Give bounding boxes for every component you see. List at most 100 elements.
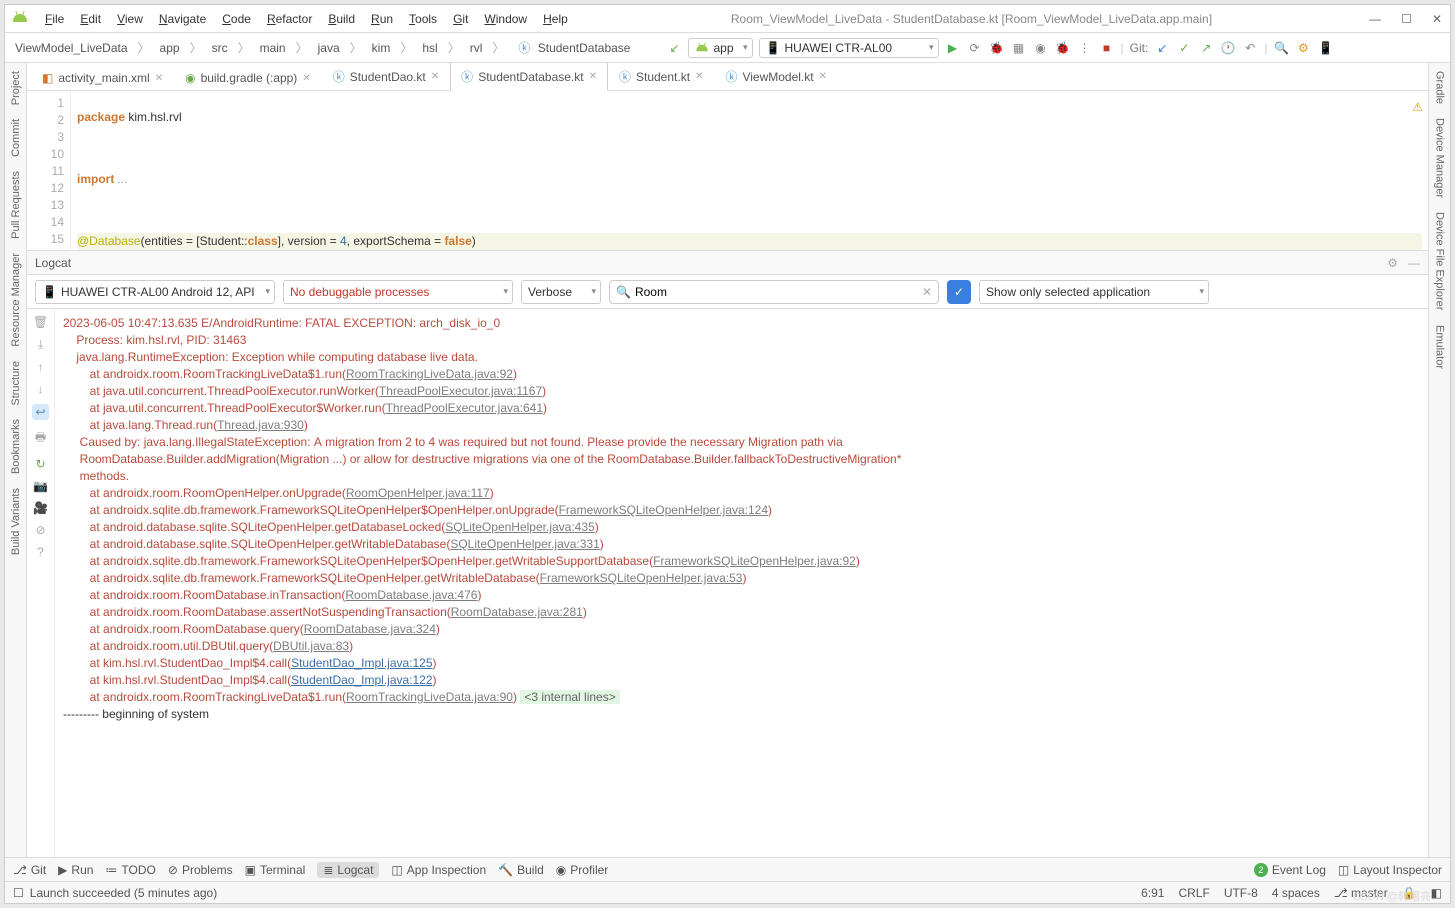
tab-studentdatabase-kt[interactable]: ⓚ StudentDatabase.kt ✕ — [450, 63, 608, 91]
bottom-tab-run[interactable]: ▶ Run — [58, 862, 93, 878]
left-tab-commit[interactable]: Commit — [8, 115, 24, 161]
logcat-level-dropdown[interactable]: Verbose — [521, 280, 601, 304]
more-actions-icon[interactable]: ⋮ — [1077, 40, 1093, 56]
menu-file[interactable]: File — [39, 10, 70, 28]
crumb-src[interactable]: src — [208, 39, 232, 57]
menu-window[interactable]: Window — [478, 10, 533, 28]
bottom-tab-problems[interactable]: ⊘ Problems — [168, 862, 233, 878]
git-rollback-icon[interactable]: ↶ — [1242, 40, 1258, 56]
right-tab-device-manager[interactable]: Device Manager — [1432, 114, 1448, 202]
crumb-java[interactable]: java — [314, 39, 344, 57]
left-tab-structure[interactable]: Structure — [8, 357, 24, 410]
bottom-tab-todo[interactable]: ≔ TODO — [105, 862, 155, 878]
maximize-button[interactable]: ☐ — [1401, 12, 1412, 26]
soft-wrap-icon[interactable]: ↩ — [32, 404, 48, 420]
logcat-search-input[interactable] — [635, 285, 918, 299]
crumb-hsl[interactable]: hsl — [418, 39, 441, 57]
help-icon[interactable]: ? — [37, 545, 44, 559]
tab-student-kt[interactable]: ⓚ Student.kt ✕ — [608, 63, 714, 90]
screen-record-icon[interactable]: 🎥 — [33, 501, 48, 515]
git-commit-icon[interactable]: ✓ — [1176, 40, 1192, 56]
logcat-output[interactable]: 2023-06-05 10:47:13.635 E/AndroidRuntime… — [55, 309, 1428, 857]
menu-help[interactable]: Help — [537, 10, 574, 28]
close-button[interactable]: ✕ — [1432, 12, 1442, 26]
crumb-kim[interactable]: kim — [368, 39, 395, 57]
menu-git[interactable]: Git — [447, 10, 474, 28]
sync-icon[interactable]: ↙ — [666, 40, 682, 56]
menu-edit[interactable]: Edit — [74, 10, 107, 28]
menu-navigate[interactable]: Navigate — [153, 10, 212, 28]
left-tab-pull-requests[interactable]: Pull Requests — [8, 167, 24, 243]
coverage-icon[interactable]: ▦ — [1011, 40, 1027, 56]
up-icon[interactable]: ↑ — [38, 360, 44, 374]
logcat-settings-icon[interactable]: ⚙ — [1387, 256, 1398, 270]
clear-search-icon[interactable]: ✕ — [922, 285, 932, 299]
left-tab-resource-manager[interactable]: Resource Manager — [8, 249, 24, 351]
clear-log-icon[interactable]: 🗑 — [33, 315, 48, 329]
crumb-app[interactable]: app — [156, 39, 184, 57]
run-config-dropdown[interactable]: app — [688, 38, 752, 58]
editor[interactable]: 123101112131415 package kim.hsl.rvl impo… — [27, 91, 1428, 251]
menu-build[interactable]: Build — [322, 10, 361, 28]
left-tab-project[interactable]: Project — [8, 67, 24, 109]
regex-checkbox[interactable]: ✓ — [947, 280, 971, 304]
apply-changes-icon[interactable]: ⟳ — [967, 40, 983, 56]
line-separator[interactable]: CRLF — [1178, 886, 1209, 900]
tab-viewmodel-kt[interactable]: ⓚ ViewModel.kt ✕ — [714, 63, 838, 90]
restart-icon[interactable]: ↻ — [35, 457, 45, 471]
right-tab-emulator[interactable]: Emulator — [1432, 321, 1448, 373]
stop-icon[interactable]: ■ — [1099, 40, 1115, 56]
avd-icon[interactable]: 📱 — [1317, 40, 1333, 56]
bottom-tab-profiler[interactable]: ◉ Profiler — [556, 862, 609, 878]
logcat-device-dropdown[interactable]: 📱 HUAWEI CTR-AL00 Android 12, API — [35, 280, 275, 304]
run-icon[interactable]: ▶ — [945, 40, 961, 56]
right-tab-gradle[interactable]: Gradle — [1432, 67, 1448, 108]
layout-inspector-button[interactable]: ◫ Layout Inspector — [1338, 863, 1442, 877]
tab-build-gradle-app-[interactable]: ◉ build.gradle (:app) ✕ — [174, 65, 322, 90]
crumb-ViewModel_LiveData[interactable]: ViewModel_LiveData — [11, 39, 132, 57]
logcat-process-dropdown[interactable]: No debuggable processes — [283, 280, 513, 304]
logcat-hide-icon[interactable]: — — [1408, 256, 1420, 270]
menu-tools[interactable]: Tools — [403, 10, 443, 28]
tab-studentdao-kt[interactable]: ⓚ StudentDao.kt ✕ — [322, 63, 450, 90]
minimize-button[interactable]: — — [1369, 12, 1381, 26]
git-update-icon[interactable]: ↙ — [1154, 40, 1170, 56]
down-icon[interactable]: ↓ — [38, 382, 44, 396]
git-history-icon[interactable]: 🕐 — [1220, 40, 1236, 56]
tab-activity_main-xml[interactable]: ◧ activity_main.xml ✕ — [31, 65, 174, 90]
crumb-rvl[interactable]: rvl — [466, 39, 487, 57]
event-log-button[interactable]: 2Event Log — [1254, 863, 1326, 877]
menu-run[interactable]: Run — [365, 10, 399, 28]
indent[interactable]: 4 spaces — [1272, 886, 1320, 900]
settings-icon[interactable]: ⚙ — [1295, 40, 1311, 56]
right-tab-device-file-explorer[interactable]: Device File Explorer — [1432, 208, 1448, 314]
warning-icon[interactable]: ⚠ — [1412, 100, 1423, 114]
caret-position[interactable]: 6:91 — [1141, 886, 1164, 900]
bottom-tab-terminal[interactable]: ▣ Terminal — [245, 862, 306, 878]
device-dropdown[interactable]: 📱 HUAWEI CTR-AL00 — [759, 38, 939, 58]
breadcrumb[interactable]: ViewModel_LiveData〉app〉src〉main〉java〉kim… — [11, 37, 634, 58]
crumb-main[interactable]: main — [256, 39, 290, 57]
bottom-tab-app-inspection[interactable]: ◫ App Inspection — [391, 862, 486, 878]
left-tab-bookmarks[interactable]: Bookmarks — [8, 415, 24, 478]
profiler-icon[interactable]: ◉ — [1033, 40, 1049, 56]
git-push-icon[interactable]: ↗ — [1198, 40, 1214, 56]
memory-indicator-icon[interactable]: ◧ — [1431, 886, 1442, 900]
bottom-tab-logcat[interactable]: ≣ Logcat — [317, 862, 379, 878]
code-area[interactable]: package kim.hsl.rvl import ... @Database… — [71, 91, 1428, 250]
terminate-icon[interactable]: ⊘ — [35, 523, 45, 537]
search-icon[interactable]: 🔍 — [1273, 40, 1289, 56]
bottom-tab-git[interactable]: ⎇ Git — [13, 862, 46, 878]
file-encoding[interactable]: UTF-8 — [1224, 886, 1258, 900]
logcat-filter-dropdown[interactable]: Show only selected application — [979, 280, 1209, 304]
menu-code[interactable]: Code — [216, 10, 257, 28]
menu-refactor[interactable]: Refactor — [261, 10, 318, 28]
logcat-search[interactable]: 🔍 ✕ — [609, 280, 939, 304]
print-icon[interactable]: 🖶 — [35, 428, 46, 449]
crumb-StudentDatabase[interactable]: ⓚ StudentDatabase — [510, 37, 634, 58]
scroll-end-icon[interactable]: ⤓ — [38, 337, 43, 352]
debug-icon[interactable]: 🐞 — [989, 40, 1005, 56]
left-tab-build-variants[interactable]: Build Variants — [8, 484, 24, 559]
menu-view[interactable]: View — [111, 10, 149, 28]
bottom-tab-build[interactable]: 🔨 Build — [498, 862, 544, 878]
